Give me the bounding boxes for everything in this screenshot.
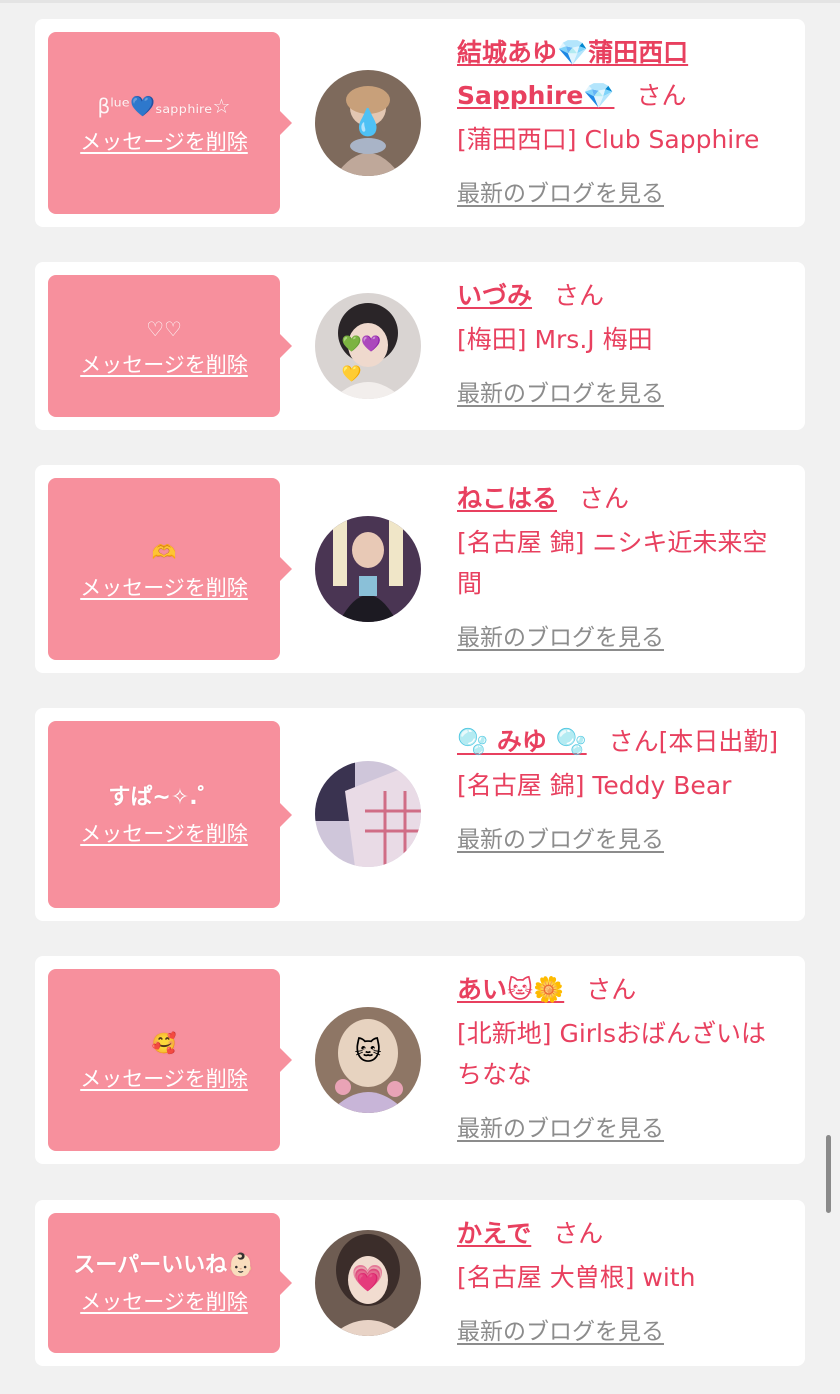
message-card: すぱ~✧.゜ メッセージを削除 🫧 みゆ 🫧 さん[本日出勤] [名古屋 錦] T… bbox=[35, 708, 805, 921]
name-line: ねこはる さん bbox=[457, 477, 791, 520]
avatar[interactable]: 💗 bbox=[315, 1230, 421, 1336]
top-divider bbox=[0, 0, 840, 3]
honorific: さん[本日出勤] bbox=[608, 727, 779, 756]
name-line: いづみ さん bbox=[457, 274, 791, 317]
shop-name: [梅田] Mrs.J 梅田 bbox=[457, 325, 653, 354]
shop-name: [名古屋 大曽根] with bbox=[457, 1263, 696, 1292]
message-text: スーパーいいね👶🏻 bbox=[73, 1253, 255, 1278]
message-bubble: 🫶 メッセージを削除 bbox=[48, 478, 292, 660]
girl-name-link[interactable]: あい🐱🌼 bbox=[457, 975, 564, 1004]
message-card: スーパーいいね👶🏻 メッセージを削除 💗 かえで さん [名古屋 大曽根] wit… bbox=[35, 1200, 805, 1366]
name-line: 結城あゆ💎蒲田西口Sapphire💎 さん bbox=[457, 31, 791, 117]
message-text: 🫶 bbox=[151, 540, 177, 564]
latest-blog-link[interactable]: 最新のブログを見る bbox=[457, 174, 664, 208]
shop-name: [蒲田西口] Club Sapphire bbox=[457, 125, 760, 154]
name-line: かえで さん bbox=[457, 1212, 791, 1255]
card-info: かえで さん [名古屋 大曽根] with 最新のブログを見る bbox=[457, 1212, 791, 1346]
shop-name: [北新地] Girlsおばんざいはちなな bbox=[457, 1019, 767, 1089]
avatar-sticker-icon: 🐱 bbox=[354, 1036, 382, 1067]
delete-message-link[interactable]: メッセージを削除 bbox=[80, 349, 248, 379]
scrollbar[interactable] bbox=[826, 1135, 831, 1213]
avatar-photo bbox=[315, 761, 421, 867]
girl-name-link[interactable]: ねこはる bbox=[457, 484, 557, 513]
honorific: さん bbox=[586, 975, 637, 1004]
latest-blog-link[interactable]: 最新のブログを見る bbox=[457, 1312, 664, 1346]
avatar-sticker-icon: 💧 bbox=[351, 108, 385, 138]
girl-name-link[interactable]: 🫧 みゆ 🫧 bbox=[457, 727, 587, 756]
shop-name: [名古屋 錦] ニシキ近未来空間 bbox=[457, 528, 768, 598]
avatar[interactable]: 🐱 bbox=[315, 1007, 421, 1113]
latest-blog-link[interactable]: 最新のブログを見る bbox=[457, 374, 664, 408]
delete-message-link[interactable]: メッセージを削除 bbox=[80, 1286, 248, 1316]
card-info: いづみ さん [梅田] Mrs.J 梅田 最新のブログを見る bbox=[457, 274, 791, 408]
delete-message-link[interactable]: メッセージを削除 bbox=[80, 126, 248, 156]
avatar[interactable] bbox=[315, 516, 421, 622]
name-line: 🫧 みゆ 🫧 さん[本日出勤] bbox=[457, 720, 791, 763]
message-bubble: ♡♡ メッセージを削除 bbox=[48, 275, 292, 417]
honorific: さん bbox=[553, 1219, 604, 1248]
card-info: あい🐱🌼 さん [北新地] Girlsおばんざいはちなな 最新のブログを見る bbox=[457, 968, 791, 1143]
shop-name: [名古屋 錦] Teddy Bear bbox=[457, 771, 732, 800]
avatar[interactable]: 💧 bbox=[315, 70, 421, 176]
message-text: βˡᵘᵉ💙ₛₐₚₚₕᵢᵣₑ☆ bbox=[97, 94, 231, 118]
message-card: 🥰 メッセージを削除 🐱 あい🐱🌼 さん [北新地] Girlsおばんざいはちなな… bbox=[35, 956, 805, 1164]
message-text: すぱ~✧.゜ bbox=[108, 784, 220, 810]
message-bubble: βˡᵘᵉ💙ₛₐₚₚₕᵢᵣₑ☆ メッセージを削除 bbox=[48, 32, 292, 214]
honorific: さん bbox=[636, 81, 687, 110]
message-card: 🫶 メッセージを削除 ねこはる さん [名古屋 錦] ニシキ近未来空間 最新のブロ… bbox=[35, 465, 805, 673]
name-line: あい🐱🌼 さん bbox=[457, 968, 791, 1011]
message-card: βˡᵘᵉ💙ₛₐₚₚₕᵢᵣₑ☆ メッセージを削除 💧 結城あゆ💎蒲田西口Sapph… bbox=[35, 19, 805, 227]
message-bubble: すぱ~✧.゜ メッセージを削除 bbox=[48, 721, 292, 908]
delete-message-link[interactable]: メッセージを削除 bbox=[80, 1063, 248, 1093]
message-card: ♡♡ メッセージを削除 💚💜💛 いづみ さん [梅田] Mrs.J 梅田 最新のブ… bbox=[35, 262, 805, 430]
card-info: ねこはる さん [名古屋 錦] ニシキ近未来空間 最新のブログを見る bbox=[457, 477, 791, 652]
message-bubble: スーパーいいね👶🏻 メッセージを削除 bbox=[48, 1213, 292, 1353]
latest-blog-link[interactable]: 最新のブログを見る bbox=[457, 820, 664, 854]
girl-name-link[interactable]: かえで bbox=[457, 1219, 531, 1248]
card-info: 🫧 みゆ 🫧 さん[本日出勤] [名古屋 錦] Teddy Bear 最新のブログ… bbox=[457, 720, 791, 854]
message-text: ♡♡ bbox=[146, 317, 182, 341]
avatar[interactable] bbox=[315, 761, 421, 867]
avatar-photo bbox=[315, 516, 421, 622]
avatar-sticker-icon: 💗 bbox=[351, 1263, 385, 1294]
message-text: 🥰 bbox=[151, 1031, 177, 1055]
message-bubble: 🥰 メッセージを削除 bbox=[48, 969, 292, 1151]
delete-message-link[interactable]: メッセージを削除 bbox=[80, 572, 248, 602]
honorific: さん bbox=[579, 484, 630, 513]
latest-blog-link[interactable]: 最新のブログを見る bbox=[457, 1109, 664, 1143]
latest-blog-link[interactable]: 最新のブログを見る bbox=[457, 618, 664, 652]
delete-message-link[interactable]: メッセージを削除 bbox=[80, 818, 248, 848]
card-info: 結城あゆ💎蒲田西口Sapphire💎 さん [蒲田西口] Club Sapphir… bbox=[457, 31, 791, 208]
honorific: さん bbox=[554, 281, 605, 310]
girl-name-link[interactable]: いづみ bbox=[457, 281, 532, 310]
avatar-sticker-icon: 💚💜💛 bbox=[341, 333, 382, 383]
avatar[interactable]: 💚💜💛 bbox=[315, 293, 421, 399]
